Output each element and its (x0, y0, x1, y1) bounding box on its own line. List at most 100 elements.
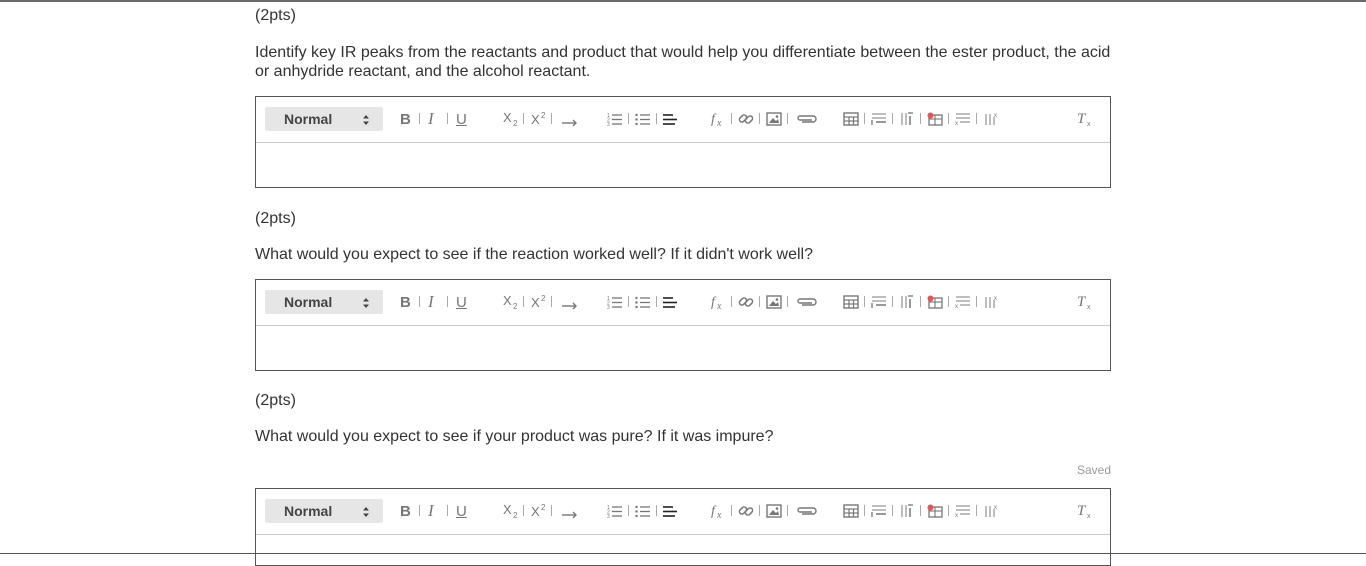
ordered-list-icon[interactable]: 123 (607, 501, 623, 521)
attachment-icon[interactable] (796, 109, 818, 129)
underline-icon[interactable]: U (456, 292, 467, 312)
image-icon[interactable] (766, 109, 782, 129)
delete-row-icon[interactable]: x (955, 292, 971, 312)
formula-icon[interactable]: fx (710, 501, 728, 521)
insert-column-icon[interactable] (899, 109, 915, 129)
bullet-list-icon[interactable] (635, 501, 651, 521)
italic-icon[interactable]: I (428, 292, 434, 312)
insert-row-icon[interactable] (871, 501, 887, 521)
editor-content-area[interactable] (256, 326, 1110, 370)
italic-icon[interactable]: I (428, 109, 434, 129)
insert-row-icon[interactable] (871, 109, 887, 129)
toolbar-separator (419, 505, 420, 516)
delete-table-icon[interactable] (927, 501, 943, 521)
saved-status: Saved (1076, 463, 1111, 477)
bold-icon[interactable]: B (400, 292, 411, 312)
italic-icon[interactable]: I (428, 501, 434, 521)
link-icon[interactable] (738, 292, 754, 312)
table-icon[interactable] (843, 109, 859, 129)
editor-toolbar: Normal B I U X 2 X 2 1 2 3 f x x x Tx (256, 280, 1110, 326)
arrow-icon[interactable] (561, 501, 579, 521)
clear-format-icon[interactable]: Tx (1076, 501, 1094, 521)
svg-text:x: x (955, 304, 958, 309)
clear-format-icon[interactable]: Tx (1076, 109, 1094, 129)
align-left-icon[interactable] (662, 109, 678, 129)
toolbar-separator (787, 113, 788, 124)
image-icon[interactable] (766, 292, 782, 312)
link-icon[interactable] (738, 501, 754, 521)
editor-toolbar: Normal B I U X 2 X 2 1 2 3 f x x x Tx (256, 97, 1110, 143)
toolbar-separator (976, 505, 977, 516)
points-label: (2pts) (255, 7, 296, 24)
delete-table-icon[interactable] (927, 292, 943, 312)
toolbar-separator (731, 113, 732, 124)
svg-text:X: X (531, 295, 540, 310)
underline-icon[interactable]: U (456, 501, 467, 521)
insert-column-icon[interactable] (899, 292, 915, 312)
formula-icon[interactable]: fx (710, 109, 728, 129)
svg-text:x: x (994, 505, 997, 511)
table-icon[interactable] (843, 501, 859, 521)
format-select-value: Normal (284, 294, 333, 310)
delete-column-icon[interactable]: x (983, 109, 999, 129)
toolbar-separator (892, 113, 893, 124)
clear-format-icon[interactable]: Tx (1076, 292, 1094, 312)
editor-content-area[interactable] (256, 143, 1110, 187)
question-1: (2pts) Identify key IR peaks from the re… (255, 6, 1111, 188)
formula-icon[interactable]: fx (710, 292, 728, 312)
svg-text:X: X (503, 294, 512, 308)
subscript-icon[interactable]: X2 (502, 501, 520, 521)
underline-icon[interactable]: U (456, 109, 467, 129)
bullet-list-icon[interactable] (635, 109, 651, 129)
format-select[interactable]: Normal (265, 107, 383, 131)
toolbar-separator (656, 505, 657, 516)
question-prompt: Identify key IR peaks from the reactants… (255, 44, 1111, 80)
attachment-icon[interactable] (796, 292, 818, 312)
insert-row-icon[interactable] (871, 292, 887, 312)
delete-table-icon[interactable] (927, 109, 943, 129)
svg-text:x: x (716, 301, 722, 310)
insert-column-icon[interactable] (899, 501, 915, 521)
editor-content-area[interactable] (256, 535, 1110, 565)
align-left-icon[interactable] (662, 501, 678, 521)
svg-text:T: T (1077, 294, 1087, 310)
align-left-icon[interactable] (662, 292, 678, 312)
ordered-list-icon[interactable]: 123 (607, 109, 623, 129)
delete-column-icon[interactable]: x (983, 292, 999, 312)
delete-column-icon[interactable]: x (983, 501, 999, 521)
svg-text:x: x (955, 121, 958, 126)
table-icon[interactable] (843, 292, 859, 312)
superscript-icon[interactable]: X2 (530, 501, 548, 521)
toolbar-separator (864, 296, 865, 307)
link-icon[interactable] (738, 109, 754, 129)
toolbar-separator (976, 296, 977, 307)
attachment-icon[interactable] (796, 501, 818, 521)
bold-icon[interactable]: B (400, 109, 411, 129)
select-arrows-icon (363, 113, 369, 125)
superscript-icon[interactable]: X2 (530, 292, 548, 312)
toolbar-separator (864, 113, 865, 124)
arrow-icon[interactable] (561, 109, 579, 129)
toolbar-separator (920, 296, 921, 307)
subscript-icon[interactable]: X2 (502, 292, 520, 312)
delete-row-icon[interactable]: x (955, 109, 971, 129)
svg-text:x: x (1087, 304, 1091, 310)
arrow-icon[interactable] (561, 292, 579, 312)
toolbar-separator (656, 296, 657, 307)
image-icon[interactable] (766, 501, 782, 521)
question-2: (2pts) What would you expect to see if t… (255, 209, 1111, 371)
toolbar-separator (787, 505, 788, 516)
bold-icon[interactable]: B (400, 501, 411, 521)
select-arrows-icon (363, 505, 369, 517)
superscript-icon[interactable]: X2 (530, 109, 548, 129)
format-select[interactable]: Normal (265, 499, 383, 523)
delete-row-icon[interactable]: x (955, 501, 971, 521)
svg-text:3: 3 (607, 514, 610, 518)
bullet-list-icon[interactable] (635, 292, 651, 312)
toolbar-separator (948, 113, 949, 124)
format-select[interactable]: Normal (265, 290, 383, 314)
toolbar-separator (787, 296, 788, 307)
subscript-icon[interactable]: X2 (502, 109, 520, 129)
svg-text:T: T (1077, 503, 1087, 519)
ordered-list-icon[interactable]: 123 (607, 292, 623, 312)
